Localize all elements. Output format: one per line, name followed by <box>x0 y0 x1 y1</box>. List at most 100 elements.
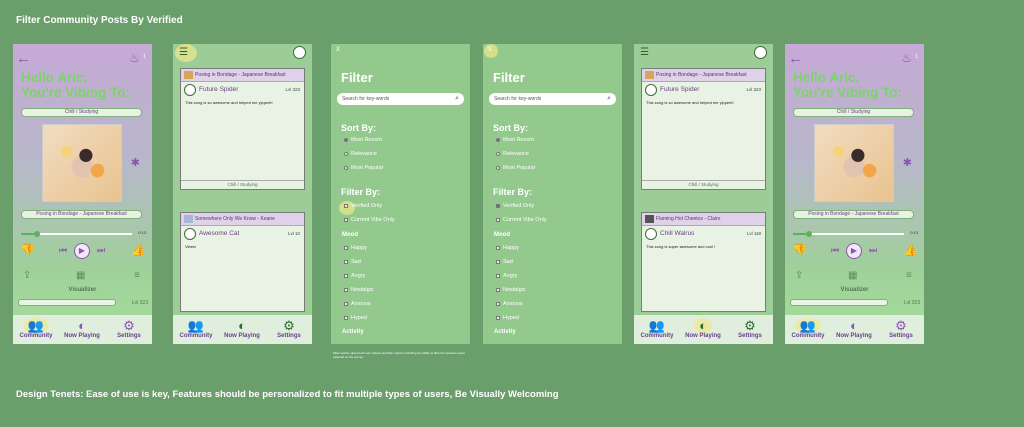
top-bar: ← ♨ 1 <box>13 50 152 70</box>
nav-now-playing[interactable]: ◐ Now Playing <box>680 318 726 339</box>
nav-now-playing[interactable]: ◐ Now Playing <box>219 318 265 339</box>
nav-settings[interactable]: ⚙ Settings <box>727 318 773 339</box>
greeting: Hello Aric, You're Vibing To: <box>21 70 130 100</box>
play-button[interactable]: ▶ <box>846 243 862 259</box>
mood-anxious[interactable]: Anxious <box>344 301 371 307</box>
progress-bar[interactable] <box>21 231 132 237</box>
album-art <box>814 124 894 202</box>
sort-most-popular[interactable]: Most Popular <box>496 165 535 171</box>
nav-now-playing[interactable]: ◐ Now Playing <box>59 318 105 339</box>
mood-option-label: Hyped <box>351 315 367 321</box>
search-input[interactable]: Search for key-words ⌕ <box>337 93 464 105</box>
visualizer-label[interactable]: Visualizer <box>785 287 924 293</box>
filter-verified-only[interactable]: Verified Only <box>344 203 382 209</box>
progress-bar[interactable] <box>793 231 904 237</box>
post-card[interactable]: Somewhere Only We Know - Keane Awesome C… <box>180 212 305 312</box>
sort-most-recent[interactable]: Most Recent <box>344 137 382 143</box>
post-text: This song is so awesome and helped me yl… <box>646 100 734 105</box>
filter-icon[interactable]: ☰ <box>640 47 649 58</box>
search-input[interactable]: Search for key-words ⌕ <box>489 93 616 105</box>
equalizer-icon[interactable]: ▦ <box>76 270 85 281</box>
queue-icon[interactable]: ≡ <box>134 270 140 281</box>
post-level: Lvl 118 <box>746 231 761 236</box>
post-song-title: Flaming Hot Cheetos - Clairo <box>656 216 721 222</box>
avatar[interactable] <box>645 228 657 240</box>
mood-happy[interactable]: Happy <box>496 245 519 251</box>
nav-community[interactable]: 👥 Community <box>634 318 680 339</box>
play-button[interactable]: ▶ <box>74 243 90 259</box>
vibe-pill[interactable]: Chill / Studying <box>793 108 914 117</box>
nav-settings-label: Settings <box>117 333 141 339</box>
nav-community-label: Community <box>179 333 213 339</box>
mood-hyped[interactable]: Hyped <box>344 315 367 321</box>
nav-now-playing[interactable]: ◐ Now Playing <box>831 318 877 339</box>
mood-hyped[interactable]: Hyped <box>496 315 519 321</box>
mood-angry[interactable]: Angry <box>496 273 517 279</box>
post-username[interactable]: Awesome Cat <box>199 230 239 237</box>
previous-icon[interactable]: ⏮ <box>59 245 67 256</box>
search-icon[interactable]: ⌕ <box>455 93 459 105</box>
thumbs-down-icon[interactable]: 👎 <box>792 243 807 257</box>
sort-most-popular[interactable]: Most Popular <box>344 165 383 171</box>
mood-nostalgic[interactable]: Nostalgic <box>344 287 374 293</box>
greeting: Hello Aric, You're Vibing To: <box>793 70 902 100</box>
avatar[interactable] <box>184 228 196 240</box>
back-arrow-icon[interactable]: ← <box>16 50 31 67</box>
sort-most-recent[interactable]: Most Recent <box>496 137 534 143</box>
thumbs-up-icon[interactable]: 👍 <box>131 243 146 257</box>
bluetooth-icon[interactable]: ✱ <box>131 156 140 169</box>
mood-option-label: Anxious <box>351 301 371 307</box>
filter-current-vibe-only[interactable]: Current Vibe Only <box>344 217 395 223</box>
post-card[interactable]: Posing in Bondage - Japanese Breakfast F… <box>641 68 766 190</box>
nav-community[interactable]: 👥 Community <box>785 318 831 339</box>
progress-knob[interactable] <box>34 231 41 237</box>
nav-community[interactable]: 👥 Community <box>13 318 59 339</box>
nav-settings[interactable]: ⚙ Settings <box>266 318 312 339</box>
filter-icon[interactable]: ☰ <box>179 47 188 58</box>
sort-relevance[interactable]: Relevance <box>496 151 529 157</box>
mood-nostalgic[interactable]: Nostalgic <box>496 287 526 293</box>
thumbs-down-icon[interactable]: 👎 <box>20 243 35 257</box>
next-icon[interactable]: ⏭ <box>869 245 877 256</box>
mood-sad[interactable]: Sad <box>344 259 361 265</box>
level-bar <box>18 299 116 306</box>
equalizer-icon[interactable]: ▦ <box>848 270 857 281</box>
post-username[interactable]: Future Spider <box>199 86 238 93</box>
queue-icon[interactable]: ≡ <box>906 270 912 281</box>
next-icon[interactable]: ⏭ <box>97 245 105 256</box>
bluetooth-icon[interactable]: ✱ <box>903 156 912 169</box>
sort-relevance[interactable]: Relevance <box>344 151 377 157</box>
nav-community[interactable]: 👥 Community <box>173 318 219 339</box>
mood-anxious[interactable]: Anxious <box>496 301 523 307</box>
previous-icon[interactable]: ⏮ <box>831 245 839 256</box>
post-card[interactable]: Flaming Hot Cheetos - Clairo Chill Walru… <box>641 212 766 312</box>
post-card[interactable]: Posing in Bondage - Japanese Breakfast F… <box>180 68 305 190</box>
close-icon[interactable]: X <box>336 47 340 53</box>
search-icon[interactable]: ⌕ <box>607 93 611 105</box>
avatar[interactable] <box>645 84 657 96</box>
mood-sad[interactable]: Sad <box>496 259 513 265</box>
avatar[interactable] <box>293 46 306 59</box>
nav-settings[interactable]: ⚙ Settings <box>878 318 924 339</box>
share-icon[interactable]: ⇪ <box>795 270 803 281</box>
avatar[interactable] <box>184 84 196 96</box>
visualizer-label[interactable]: Visualizer <box>13 287 152 293</box>
mood-angry[interactable]: Angry <box>344 273 365 279</box>
share-icon[interactable]: ⇪ <box>23 270 31 281</box>
mood-happy[interactable]: Happy <box>344 245 367 251</box>
post-username[interactable]: Future Spider <box>660 86 699 93</box>
close-icon[interactable]: X <box>488 47 492 53</box>
song-thumbnail <box>184 215 193 223</box>
filter-title: Filter <box>341 70 373 85</box>
post-username[interactable]: Chill Walrus <box>660 230 694 237</box>
thumbs-up-icon[interactable]: 👍 <box>903 243 918 257</box>
song-thumbnail <box>645 71 654 79</box>
vibe-pill[interactable]: Chill / Studying <box>21 108 142 117</box>
filter-by-heading: Filter By: <box>341 187 381 197</box>
filter-verified-only[interactable]: Verified Only <box>496 203 534 209</box>
nav-settings[interactable]: ⚙ Settings <box>106 318 152 339</box>
filter-current-vibe-only[interactable]: Current Vibe Only <box>496 217 547 223</box>
progress-knob[interactable] <box>806 231 813 237</box>
back-arrow-icon[interactable]: ← <box>788 50 803 67</box>
avatar[interactable] <box>754 46 767 59</box>
